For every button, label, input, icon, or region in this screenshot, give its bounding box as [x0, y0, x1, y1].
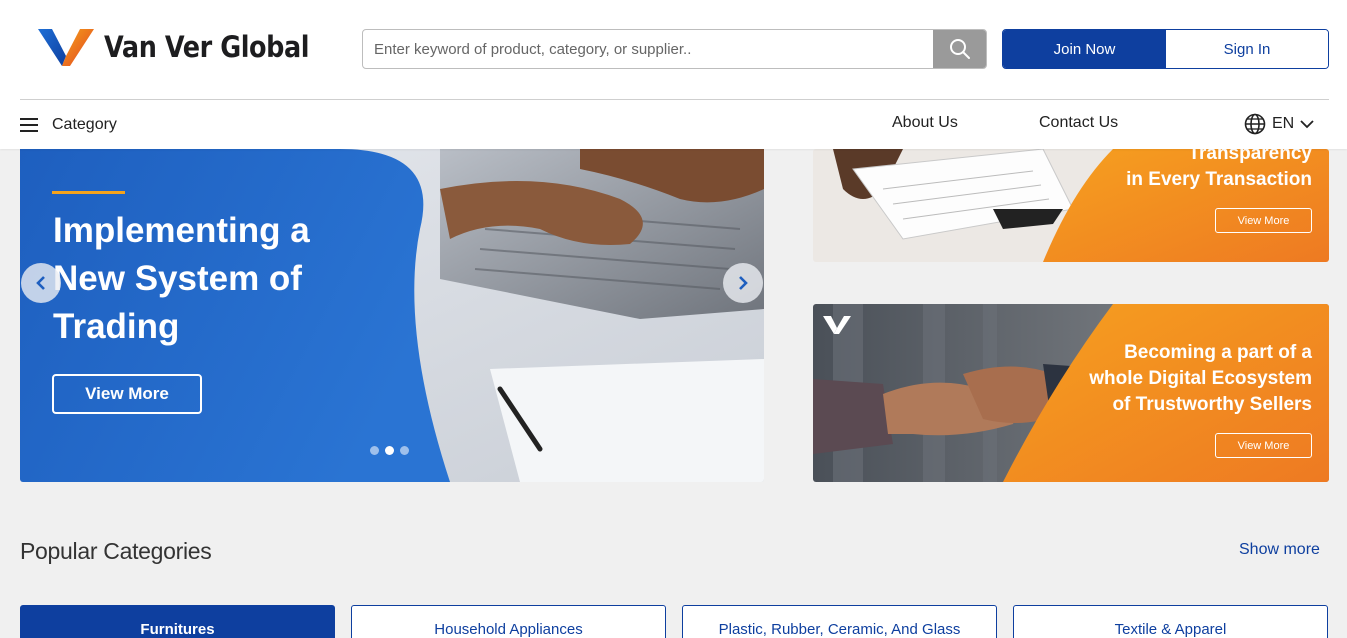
logo-v-icon: [38, 29, 94, 66]
category-menu-button[interactable]: Category: [20, 113, 117, 137]
header-divider: [20, 99, 1329, 100]
logo[interactable]: Van Ver Global: [38, 26, 337, 68]
language-label: EN: [1272, 115, 1295, 132]
category-chips: Furnitures Household Appliances Plastic,…: [20, 605, 1328, 638]
banner-2-view-more-button[interactable]: View More: [1215, 433, 1312, 458]
slider-dot-active[interactable]: [385, 446, 394, 455]
show-more-link[interactable]: Show more: [1239, 541, 1320, 559]
banner-transparency: Transparency in Every Transaction View M…: [813, 149, 1329, 262]
auth-buttons: Join Now Sign In: [1002, 29, 1329, 69]
nav-about-us[interactable]: About Us: [892, 114, 958, 132]
category-chip-household-appliances[interactable]: Household Appliances: [351, 605, 666, 638]
banner-1-text: Transparency in Every Transaction: [1126, 149, 1312, 190]
globe-icon: [1244, 113, 1266, 135]
sign-in-button[interactable]: Sign In: [1166, 30, 1328, 68]
menu-icon: [20, 118, 38, 132]
search-button[interactable]: [933, 30, 986, 68]
nav-contact-us[interactable]: Contact Us: [1039, 114, 1118, 132]
banner-2-text: Becoming a part of a whole Digital Ecosy…: [1089, 342, 1312, 415]
category-chip-furnitures[interactable]: Furnitures: [20, 605, 335, 638]
search-input[interactable]: [363, 30, 935, 68]
slider-next-button[interactable]: [723, 263, 763, 303]
banner-1-view-more-button[interactable]: View More: [1215, 208, 1312, 233]
join-now-button[interactable]: Join Now: [1003, 30, 1166, 68]
slider-dot[interactable]: [400, 446, 409, 455]
search-bar: [362, 29, 987, 69]
category-chip-plastic-rubber-ceramic-glass[interactable]: Plastic, Rubber, Ceramic, And Glass: [682, 605, 997, 638]
search-icon: [949, 39, 970, 59]
hero-accent-line: [52, 191, 125, 194]
hero-slider: Implementing a New System of Trading Vie…: [20, 149, 764, 482]
popular-categories-title: Popular Categories: [20, 538, 212, 564]
category-chip-textile-apparel[interactable]: Textile & Apparel: [1013, 605, 1328, 638]
chevron-left-icon: [36, 276, 45, 290]
site-header: Van Ver Global Join Now Sign In Category…: [0, 0, 1347, 149]
logo-text: Van Ver Global: [104, 30, 310, 64]
language-selector[interactable]: EN: [1244, 113, 1314, 135]
chevron-down-icon: [1300, 120, 1314, 129]
banner-digital-ecosystem: Becoming a part of a whole Digital Ecosy…: [813, 304, 1329, 482]
slider-dot[interactable]: [370, 446, 379, 455]
slider-prev-button[interactable]: [21, 263, 61, 303]
hero-title: Implementing a New System of Trading: [53, 211, 310, 346]
chevron-right-icon: [739, 276, 748, 290]
slider-dots: [370, 446, 409, 455]
category-label: Category: [52, 116, 117, 133]
hero-view-more-button[interactable]: View More: [52, 374, 202, 414]
